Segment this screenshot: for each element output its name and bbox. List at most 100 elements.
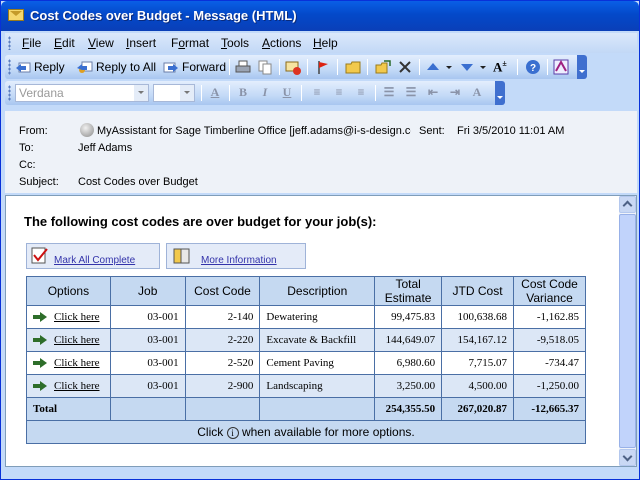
menu-format[interactable]: Format: [171, 36, 209, 50]
menu-edit[interactable]: Edit: [54, 36, 75, 50]
toolbar-grip[interactable]: [8, 36, 11, 50]
next-dropdown[interactable]: [479, 58, 490, 76]
font-size-icon: A±: [493, 59, 507, 75]
italic-icon[interactable]: I: [257, 85, 273, 101]
message-header: From: MyAssistant for Sage Timberline Of…: [5, 111, 637, 193]
delete-icon: [397, 59, 413, 75]
bold-icon[interactable]: B: [235, 85, 251, 101]
toolbar-separator: [375, 85, 376, 101]
decrease-indent-icon[interactable]: ⇤: [425, 85, 441, 101]
bullets-icon[interactable]: ☰: [381, 85, 397, 101]
options-cell: Click here: [26, 351, 111, 375]
title-bar[interactable]: Cost Codes over Budget - Message (HTML): [1, 1, 639, 31]
estimate-cell: 99,475.83: [374, 305, 443, 329]
column-header: Options: [26, 276, 111, 306]
font-color-icon[interactable]: A: [207, 85, 223, 101]
more-information-button[interactable]: More Information: [166, 243, 306, 269]
previous-dropdown[interactable]: [445, 58, 456, 76]
vertical-scrollbar[interactable]: [619, 196, 636, 466]
click-here-link[interactable]: Click here: [54, 334, 100, 346]
table-row: Click here 03-001 2-140 Dewatering 99,47…: [26, 305, 586, 329]
info-icon: i: [226, 427, 239, 439]
formatting-toolbar: Verdana A B I U ≡ ≡ ≡ ☰ ☰ ⇤ ⇥ A: [5, 81, 505, 105]
help-icon: ?: [525, 59, 541, 75]
increase-indent-icon[interactable]: ⇥: [447, 85, 463, 101]
toolbar-grip[interactable]: [8, 59, 11, 75]
align-center-icon[interactable]: ≡: [331, 85, 347, 101]
menu-file[interactable]: File: [22, 36, 41, 50]
open-folder-button[interactable]: [345, 58, 364, 76]
move-to-folder-button[interactable]: [257, 58, 276, 76]
empty-cell: [184, 397, 261, 421]
job-cell: 03-001: [109, 328, 186, 352]
to-value[interactable]: Jeff Adams: [78, 142, 132, 154]
forward-button[interactable]: Forward: [163, 58, 226, 76]
font-size-button[interactable]: A±: [493, 58, 512, 76]
menu-view[interactable]: View: [88, 36, 114, 50]
estimate-cell: 144,649.07: [374, 328, 443, 352]
up-arrow-icon: [425, 59, 441, 75]
mark-all-complete-button[interactable]: Mark All Complete: [26, 243, 160, 269]
message-heading: The following cost codes are over budget…: [24, 214, 377, 229]
print-button[interactable]: [235, 58, 254, 76]
scroll-down-button[interactable]: [619, 449, 636, 466]
menu-actions[interactable]: Actions: [262, 36, 301, 50]
variance-cell: -734.47: [513, 351, 586, 375]
help-button[interactable]: ?: [525, 58, 544, 76]
from-value[interactable]: MyAssistant for Sage Timberline Office […: [97, 125, 411, 137]
toolbar-options-chevron[interactable]: [495, 81, 505, 105]
reply-icon: [15, 59, 31, 75]
jtd-cost-cell: 100,638.68: [441, 305, 515, 329]
chevron-down-icon: [134, 85, 148, 101]
next-item-button[interactable]: [459, 58, 478, 76]
cost-code-cell: 2-900: [184, 374, 261, 398]
align-right-icon[interactable]: ≡: [353, 85, 369, 101]
junk-button[interactable]: [285, 58, 304, 76]
chevron-down-icon: [445, 59, 453, 75]
move-button[interactable]: [375, 58, 394, 76]
subject-value: Cost Codes over Budget: [78, 176, 198, 188]
cc-label: Cc:: [19, 159, 36, 171]
menu-help[interactable]: Help: [313, 36, 338, 50]
options-cell: Click here: [26, 374, 111, 398]
menu-insert[interactable]: Insert: [126, 36, 156, 50]
table-header-row: Options Job Cost Code Description Total …: [26, 276, 586, 306]
toolbar-options-chevron[interactable]: [577, 55, 587, 79]
sent-value: Fri 3/5/2010 11:01 AM: [457, 125, 565, 137]
column-header: Description: [259, 276, 376, 306]
description-cell: Cement Paving: [259, 351, 376, 375]
reply-all-button[interactable]: Reply to All: [77, 58, 156, 76]
toolbar-separator: [367, 59, 368, 75]
toolbar-separator: [229, 85, 230, 101]
toolbar-grip[interactable]: [8, 85, 11, 101]
click-here-link[interactable]: Click here: [54, 380, 100, 392]
click-here-link[interactable]: Click here: [54, 311, 100, 323]
total-row: Total 254,355.50 267,020.87 -12,665.37: [26, 397, 586, 421]
reply-button[interactable]: Reply: [15, 58, 65, 76]
follow-up-button[interactable]: [315, 58, 334, 76]
description-cell: Dewatering: [259, 305, 376, 329]
align-left-icon[interactable]: ≡: [309, 85, 325, 101]
font-size-select[interactable]: [153, 84, 195, 102]
toolbar-separator: [307, 59, 308, 75]
scroll-thumb[interactable]: [619, 214, 636, 448]
column-header: JTD Cost: [441, 276, 515, 306]
delete-button[interactable]: [397, 58, 416, 76]
jtd-cost-cell: 4,500.00: [441, 374, 515, 398]
message-body: The following cost codes are over budget…: [5, 195, 637, 467]
underline-icon[interactable]: U: [279, 85, 295, 101]
previous-item-button[interactable]: [425, 58, 444, 76]
style-icon[interactable]: A: [469, 85, 485, 101]
font-name-select[interactable]: Verdana: [15, 84, 149, 102]
numbering-icon[interactable]: ☰: [403, 85, 419, 101]
scroll-up-button[interactable]: [619, 196, 636, 213]
arrow-right-icon: [33, 335, 48, 346]
sent-label: Sent:: [419, 125, 445, 137]
add-in-button[interactable]: [553, 58, 572, 76]
cost-codes-table: Options Job Cost Code Description Total …: [26, 276, 586, 444]
total-jtd-cost: 267,020.87: [441, 397, 515, 421]
menu-tools[interactable]: Tools: [221, 36, 249, 50]
jtd-cost-cell: 7,715.07: [441, 351, 515, 375]
empty-cell: [259, 397, 376, 421]
click-here-link[interactable]: Click here: [54, 357, 100, 369]
